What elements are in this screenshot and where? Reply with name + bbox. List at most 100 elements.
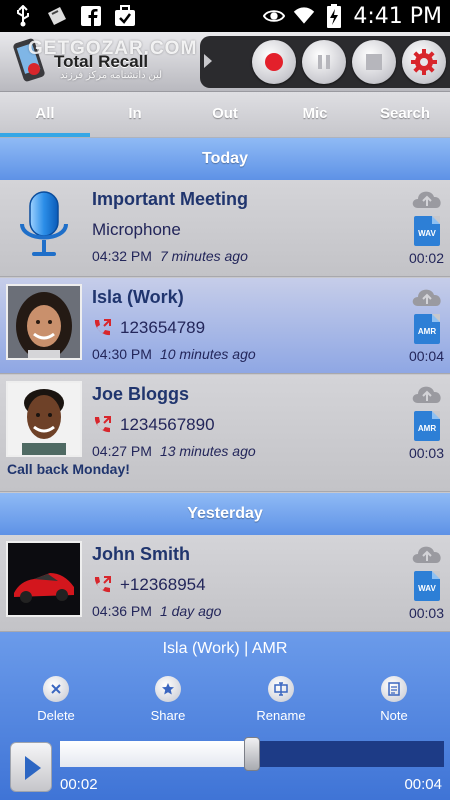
usb-icon: [12, 5, 34, 27]
recording-row-selected[interactable]: Isla (Work) 123654789 04:30 PM 10 minutes…: [0, 278, 450, 374]
share-button[interactable]: Share: [128, 676, 208, 723]
record-ago: 7 minutes ago: [159, 248, 248, 264]
section-header-yesterday: Yesterday: [0, 493, 450, 535]
note-button[interactable]: Note: [354, 676, 434, 723]
player-title: Isla (Work) | AMR: [162, 640, 288, 657]
rename-button[interactable]: Rename: [241, 676, 321, 723]
record-timestamp: 04:32 PM: [92, 248, 152, 264]
record-number: 123654789: [92, 318, 205, 338]
file-format-icon: WAV: [414, 216, 440, 246]
tab-mic[interactable]: Mic: [270, 92, 360, 138]
delete-button[interactable]: Delete: [16, 676, 96, 723]
wifi-icon: [293, 5, 315, 27]
seek-bar[interactable]: [60, 737, 444, 771]
recording-row[interactable]: John Smith +12368954 04:36 PM 1 day ago W…: [0, 535, 450, 632]
contact-photo-man: [8, 383, 80, 455]
record-timestamp: 04:30 PM: [92, 346, 152, 362]
record-time: 04:27 PM 13 minutes ago: [92, 443, 256, 459]
file-format-icon: AMR: [414, 314, 440, 344]
current-time: 00:02: [60, 776, 98, 793]
note-label: Note: [380, 708, 408, 723]
app-title: Total Recall: [54, 52, 149, 71]
settings-button[interactable]: [402, 40, 446, 84]
outgoing-call-icon: [94, 319, 111, 336]
app-header: GETGOZAR.COM Total Recall لین دانشنامه م…: [0, 32, 450, 92]
pause-icon: [318, 55, 330, 69]
rename-label: Rename: [256, 708, 306, 723]
record-timestamp: 04:27 PM: [92, 443, 152, 459]
record-name: Important Meeting: [92, 189, 248, 209]
app-screen: 4:41 PM GETGOZAR.COM Total Recall لین دا…: [0, 0, 450, 800]
playback-panel: Isla (Work) | AMR Delete Share Rename No…: [0, 632, 450, 800]
record-button[interactable]: [252, 40, 296, 84]
star-icon: [155, 676, 181, 702]
status-time: 4:41 PM: [353, 3, 442, 29]
file-format-icon: WAV: [414, 571, 440, 601]
recording-row[interactable]: Joe Bloggs 1234567890 04:27 PM 13 minutes…: [0, 375, 450, 492]
record-phone: 1234567890: [120, 415, 215, 434]
facebook-icon: [80, 5, 102, 27]
record-duration: 00:02: [408, 250, 444, 266]
total-time: 00:04: [404, 776, 442, 793]
record-duration: 00:04: [408, 348, 444, 364]
eye-icon: [263, 5, 286, 27]
rename-icon: [268, 676, 294, 702]
contact-photo-woman: [8, 286, 80, 358]
record-timestamp: 04:36 PM: [92, 603, 152, 619]
gear-icon: [411, 49, 437, 75]
record-note: Call back Monday!: [7, 461, 130, 477]
record-number: 1234567890: [92, 415, 215, 435]
tab-out[interactable]: Out: [180, 92, 270, 138]
record-ago: 13 minutes ago: [159, 443, 256, 459]
microphone-avatar: [6, 186, 82, 262]
section-header-today: Today: [0, 138, 450, 180]
delete-icon: [43, 676, 69, 702]
record-duration: 00:03: [408, 445, 444, 461]
outgoing-call-icon: [94, 576, 111, 593]
record-ago: 10 minutes ago: [159, 346, 256, 362]
record-name: Isla (Work): [92, 287, 184, 307]
bag-icon: [46, 5, 68, 27]
battery-charging-icon: [323, 4, 345, 28]
cloud-upload-icon[interactable]: [410, 381, 444, 405]
recording-row[interactable]: Important Meeting Microphone 04:32 PM 7 m…: [0, 180, 450, 277]
record-phone: 123654789: [120, 318, 206, 337]
status-bar: 4:41 PM: [0, 0, 450, 32]
contact-photo-car: [8, 543, 80, 615]
microphone-icon: [20, 191, 68, 256]
record-number: +12368954: [92, 575, 206, 595]
share-label: Share: [150, 708, 186, 723]
record-source: Microphone: [92, 220, 181, 239]
watermark-subtext: لین دانشنامه مرکز فرزند: [60, 70, 163, 81]
note-icon: [381, 676, 407, 702]
contact-photo: [6, 381, 82, 457]
briefcase-check-icon: [114, 5, 136, 27]
record-ago: 1 day ago: [159, 603, 222, 619]
cloud-upload-icon[interactable]: [410, 541, 444, 565]
outgoing-call-icon: [94, 416, 111, 433]
seek-thumb[interactable]: [244, 737, 260, 771]
record-phone: +12368954: [120, 575, 206, 594]
collapse-arrow-icon[interactable]: [204, 54, 212, 68]
record-icon: [265, 53, 283, 71]
pause-button[interactable]: [302, 40, 346, 84]
record-name: Joe Bloggs: [92, 384, 190, 404]
active-tab-indicator: [0, 133, 90, 137]
record-duration: 00:03: [408, 605, 444, 621]
seek-progress: [60, 741, 252, 767]
tab-in[interactable]: In: [90, 92, 180, 138]
tab-all[interactable]: All: [0, 92, 90, 138]
record-time: 04:36 PM 1 day ago: [92, 603, 221, 619]
stop-button[interactable]: [352, 40, 396, 84]
record-time: 04:30 PM 10 minutes ago: [92, 346, 256, 362]
recorder-controls: [200, 36, 450, 88]
file-format-icon: AMR: [414, 411, 440, 441]
delete-label: Delete: [37, 708, 75, 723]
tab-search[interactable]: Search: [360, 92, 450, 138]
cloud-upload-icon[interactable]: [410, 284, 444, 308]
app-logo[interactable]: GETGOZAR.COM Total Recall لین دانشنامه م…: [8, 36, 198, 86]
contact-photo: [6, 284, 82, 360]
play-button[interactable]: [10, 742, 52, 792]
cloud-upload-icon[interactable]: [410, 186, 444, 210]
filter-tabs: All In Out Mic Search: [0, 92, 450, 138]
